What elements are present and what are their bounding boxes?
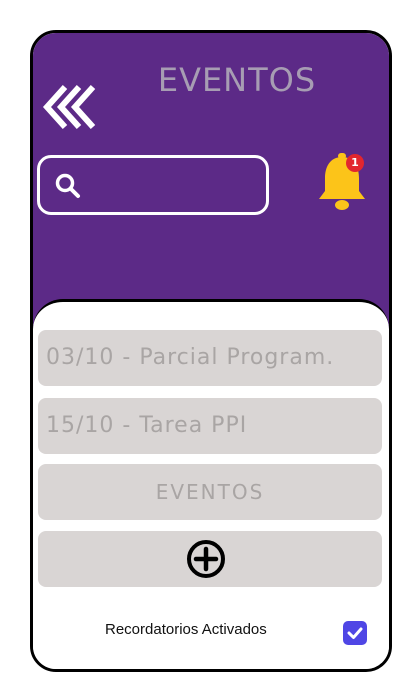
search-box[interactable] — [37, 155, 269, 215]
header: EVENTOS 1 — [33, 33, 389, 333]
add-event-button[interactable] — [38, 531, 382, 587]
event-label: 03/10 - Parcial Program. — [46, 345, 335, 370]
search-icon — [55, 173, 80, 198]
events-panel: 03/10 - Parcial Program. 15/10 - Tarea P… — [33, 299, 389, 669]
plus-circle-icon — [187, 540, 225, 578]
reminders-checkbox[interactable] — [343, 621, 367, 645]
search-input[interactable] — [92, 164, 262, 206]
event-label: 15/10 - Tarea PPI — [46, 413, 248, 438]
notification-badge: 1 — [346, 154, 364, 172]
list-item[interactable]: 03/10 - Parcial Program. — [38, 330, 382, 386]
back-button[interactable] — [41, 84, 103, 130]
app-screen: EVENTOS 1 03/10 - Parcial Program. 15/10… — [30, 30, 392, 672]
triple-chevron-left-icon — [42, 84, 96, 130]
check-icon — [347, 627, 363, 639]
reminders-label: Recordatorios Activados — [105, 621, 267, 638]
page-title: EVENTOS — [157, 61, 317, 99]
list-item[interactable]: 15/10 - Tarea PPI — [38, 398, 382, 454]
events-button[interactable]: EVENTOS — [38, 464, 382, 520]
events-button-label: EVENTOS — [155, 480, 265, 504]
